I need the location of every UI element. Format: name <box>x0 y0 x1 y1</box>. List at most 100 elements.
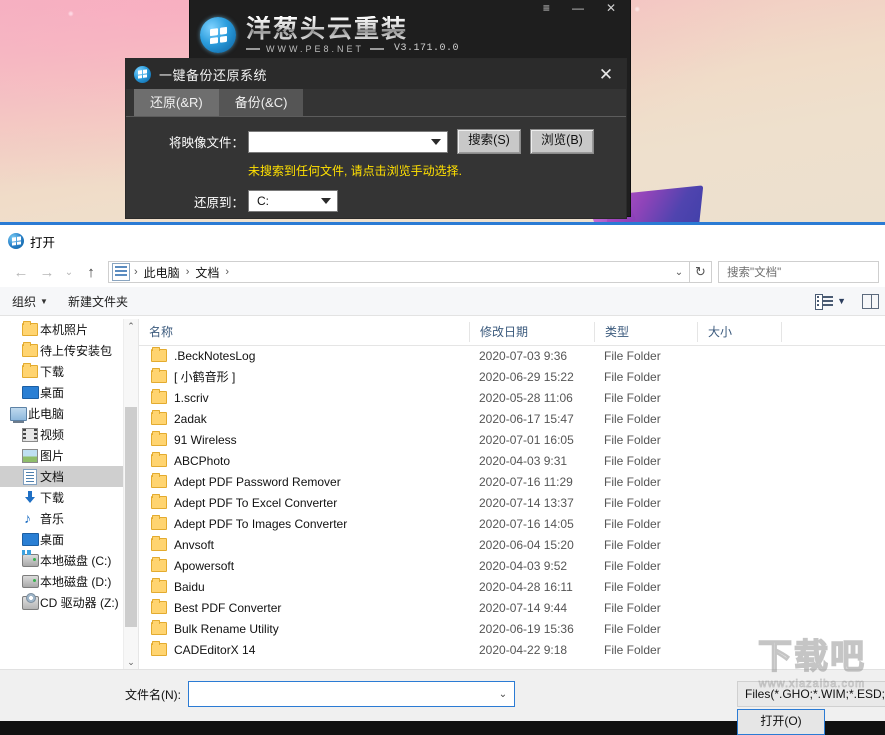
menu-icon[interactable]: ≡ <box>543 2 550 14</box>
sidebar-item-label: 下载 <box>40 489 64 506</box>
folder-icon <box>20 344 40 357</box>
file-name-label: Adept PDF Password Remover <box>174 475 341 489</box>
column-header-name[interactable]: 名称 <box>139 322 469 342</box>
scroll-up-icon[interactable]: ⌃ <box>124 319 138 334</box>
table-row[interactable]: Best PDF Converter2020-07-14 9:44File Fo… <box>139 597 885 618</box>
toolbar-right-group: ▼ <box>815 294 879 309</box>
sidebar-item-label: 本机照片 <box>40 321 88 338</box>
app-logo-icon <box>8 233 24 249</box>
tab-restore[interactable]: 还原(&R) <box>134 89 219 116</box>
new-folder-button[interactable]: 新建文件夹 <box>58 293 138 310</box>
sidebar-item-12[interactable]: 本地磁盘 (D:) <box>0 571 138 592</box>
file-date-cell: 2020-07-16 11:29 <box>469 475 594 489</box>
pe-brand: 洋葱头云重装 WWW.PE8.NET V3.171.0.0 <box>200 16 459 54</box>
file-name-cell: .BeckNotesLog <box>139 349 469 363</box>
scrollbar-thumb[interactable] <box>125 407 137 627</box>
table-row[interactable]: ABCPhoto2020-04-03 9:31File Folder <box>139 450 885 471</box>
breadcrumb-documents[interactable]: 文档 <box>191 264 223 281</box>
chevron-down-icon: ▼ <box>40 297 48 306</box>
up-icon[interactable]: ↑ <box>78 259 104 285</box>
file-type-cell: File Folder <box>594 475 697 489</box>
table-row[interactable]: [ 小鹤音形 ]2020-06-29 15:22File Folder <box>139 366 885 387</box>
table-row[interactable]: Adept PDF To Excel Converter2020-07-14 1… <box>139 492 885 513</box>
file-name-label: CADEditorX 14 <box>174 643 255 657</box>
sidebar-item-0[interactable]: 本机照片 <box>0 319 138 340</box>
tab-backup[interactable]: 备份(&C) <box>219 89 304 116</box>
forward-icon[interactable]: → <box>34 259 60 285</box>
sidebar-item-2[interactable]: 下载 <box>0 361 138 382</box>
breadcrumb-separator: › <box>132 266 140 278</box>
breadcrumb-this-pc[interactable]: 此电脑 <box>140 264 184 281</box>
table-row[interactable]: Bulk Rename Utility2020-06-19 15:36File … <box>139 618 885 639</box>
folder-icon <box>20 365 40 378</box>
table-row[interactable]: CADEditorX 142020-04-22 9:18File Folder <box>139 639 885 660</box>
close-icon[interactable]: ✕ <box>606 2 616 14</box>
search-placeholder: 搜索"文档" <box>719 264 781 280</box>
sidebar-item-3[interactable]: 桌面 <box>0 382 138 403</box>
sidebar-item-11[interactable]: 本地磁盘 (C:) <box>0 550 138 571</box>
search-input[interactable]: 搜索"文档" <box>718 261 879 283</box>
search-button[interactable]: 搜索(S) <box>457 129 521 154</box>
sidebar-item-5[interactable]: 视频 <box>0 424 138 445</box>
folder-icon <box>151 517 167 530</box>
file-date-cell: 2020-05-28 11:06 <box>469 391 594 405</box>
filename-row: 文件名(N): ⌄ <box>125 681 515 707</box>
scroll-down-icon[interactable]: ⌄ <box>124 655 138 670</box>
documents-icon <box>20 469 40 485</box>
recent-locations-icon[interactable]: ⌄ <box>60 259 78 285</box>
table-row[interactable]: Anvsoft2020-06-04 15:20File Folder <box>139 534 885 555</box>
open-dialog-titlebar: 打开 <box>0 225 885 257</box>
filename-input[interactable]: ⌄ <box>188 681 515 707</box>
file-date-cell: 2020-06-29 15:22 <box>469 370 594 384</box>
organize-button[interactable]: 组织 ▼ <box>12 293 58 310</box>
sidebar-item-9[interactable]: ♪音乐 <box>0 508 138 529</box>
preview-pane-icon[interactable] <box>862 294 879 309</box>
table-row[interactable]: 1.scriv2020-05-28 11:06File Folder <box>139 387 885 408</box>
chevron-down-icon <box>431 139 441 145</box>
sidebar-item-7[interactable]: 文档 <box>0 466 138 487</box>
sidebar-item-label: 下载 <box>40 363 64 380</box>
navigation-pane: 本机照片待上传安装包下载桌面此电脑视频图片文档下载♪音乐桌面本地磁盘 (C:)本… <box>0 319 139 670</box>
table-row[interactable]: .BeckNotesLog2020-07-03 9:36File Folder <box>139 345 885 366</box>
table-row[interactable]: Baidu2020-04-28 16:11File Folder <box>139 576 885 597</box>
table-row[interactable]: Apowersoft2020-04-03 9:52File Folder <box>139 555 885 576</box>
filetype-combo[interactable]: Files(*.GHO;*.WIM;*.ESD;* <box>737 681 885 707</box>
navigation-scrollbar[interactable]: ⌃ ⌄ <box>123 319 138 670</box>
table-row[interactable]: 2adak2020-06-17 15:47File Folder <box>139 408 885 429</box>
music-icon: ♪ <box>20 512 40 525</box>
restore-to-combo[interactable]: C: <box>248 190 338 212</box>
file-type-cell: File Folder <box>594 349 697 363</box>
view-chevron-down-icon[interactable]: ▼ <box>837 296 846 306</box>
browse-button[interactable]: 浏览(B) <box>530 129 594 154</box>
table-row[interactable]: 91 Wireless2020-07-01 16:05File Folder <box>139 429 885 450</box>
back-icon[interactable]: ← <box>8 259 34 285</box>
file-name-label: Best PDF Converter <box>174 601 281 615</box>
breadcrumb-separator: › <box>223 266 231 278</box>
close-icon[interactable]: ✕ <box>592 60 620 88</box>
sidebar-item-6[interactable]: 图片 <box>0 445 138 466</box>
table-row[interactable]: Adept PDF To Images Converter2020-07-16 … <box>139 513 885 534</box>
chevron-down-icon[interactable]: ⌄ <box>669 267 689 278</box>
sidebar-item-10[interactable]: 桌面 <box>0 529 138 550</box>
table-row[interactable]: Adept PDF Password Remover 2020-07-16 11:… <box>139 471 885 492</box>
sidebar-item-13[interactable]: CD 驱动器 (Z:) <box>0 592 138 613</box>
column-header-size[interactable]: 大小 <box>697 322 781 342</box>
column-header-type[interactable]: 类型 <box>594 322 697 342</box>
address-bar[interactable]: › 此电脑 › 文档 › ⌄ <box>108 261 690 283</box>
file-name-label: Bulk Rename Utility <box>174 622 279 636</box>
sidebar-item-8[interactable]: 下载 <box>0 487 138 508</box>
file-list-pane: 名称 修改日期 类型 大小 ⌃ .BeckNotesLog2020-07-03 … <box>139 319 885 670</box>
sidebar-item-4[interactable]: 此电脑 <box>0 403 138 424</box>
refresh-icon[interactable]: ↻ <box>690 261 712 283</box>
pe-brand-url: WWW.PE8.NET <box>266 44 364 54</box>
sidebar-item-1[interactable]: 待上传安装包 <box>0 340 138 361</box>
change-view-icon[interactable] <box>815 294 833 308</box>
restore-dialog-title: 一键备份还原系统 <box>159 65 267 84</box>
minimize-icon[interactable]: — <box>572 2 584 14</box>
sidebar-item-label: 文档 <box>40 468 64 485</box>
image-file-combo[interactable] <box>248 131 448 153</box>
column-header-date[interactable]: 修改日期 <box>469 322 594 342</box>
file-date-cell: 2020-06-17 15:47 <box>469 412 594 426</box>
chevron-down-icon[interactable]: ⌄ <box>492 689 514 700</box>
open-button[interactable]: 打开(O) <box>737 709 825 735</box>
